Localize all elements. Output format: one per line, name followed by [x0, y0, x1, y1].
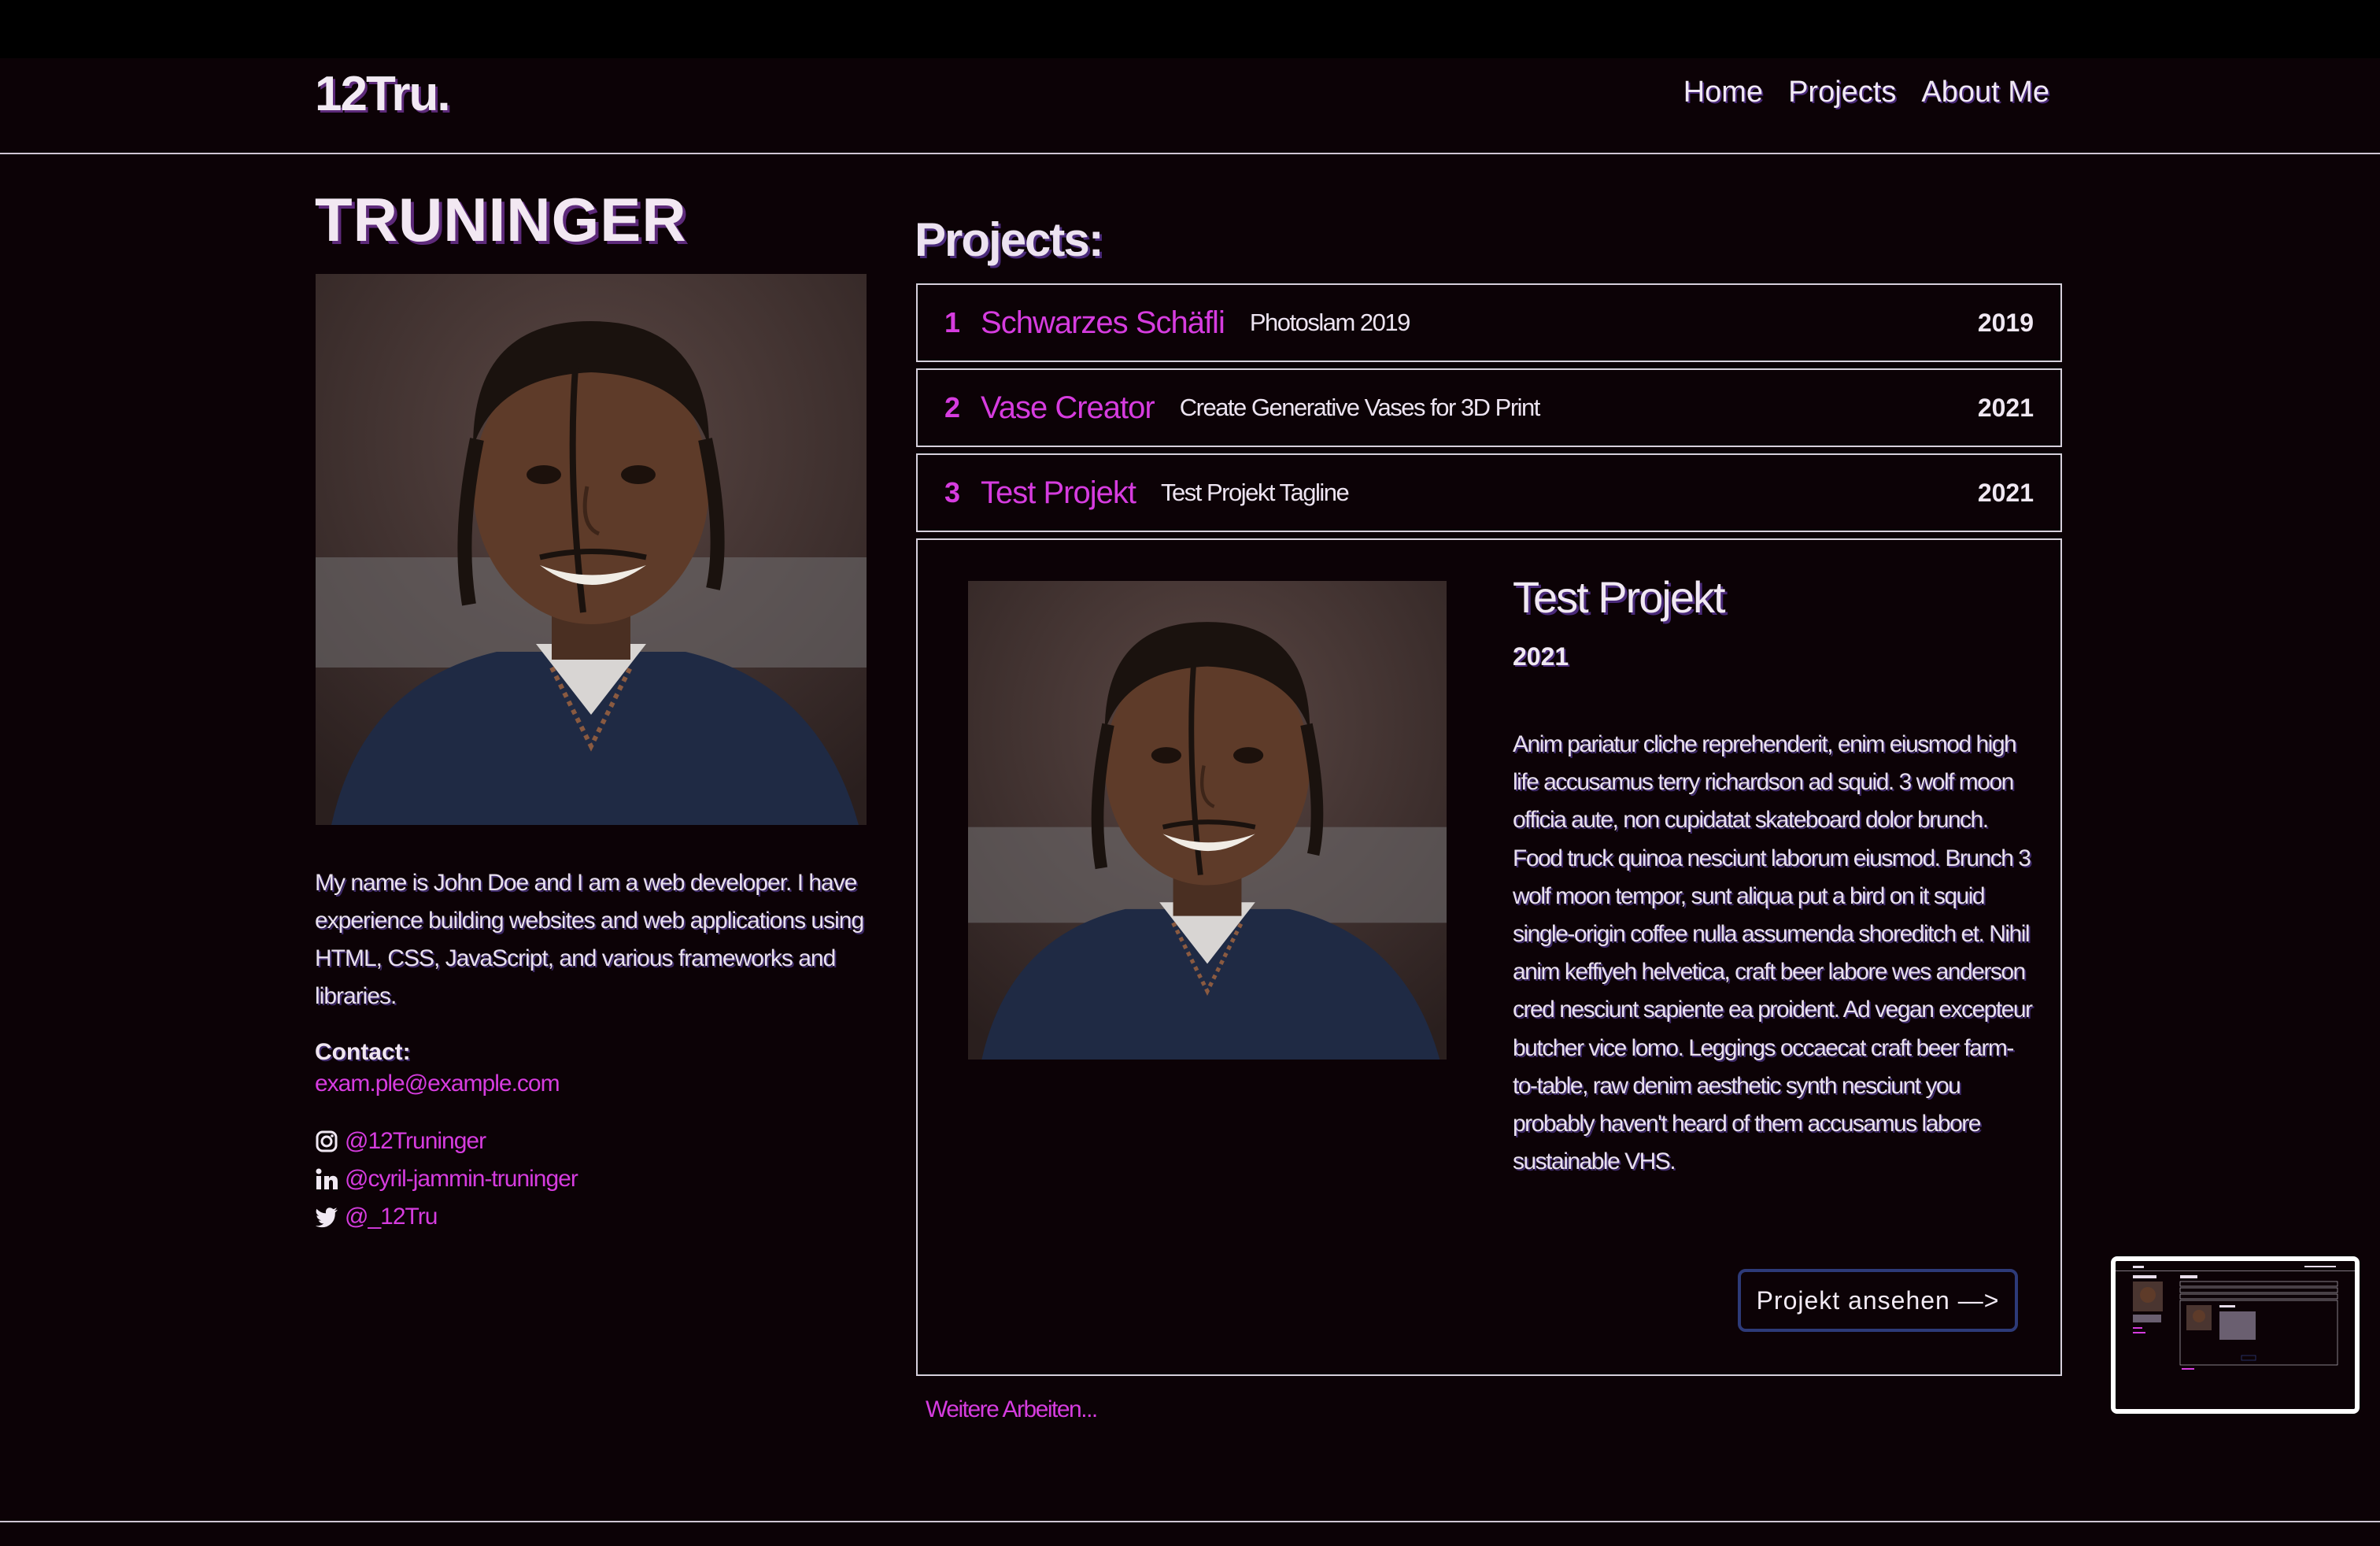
project-title: Vase Creator — [981, 390, 1155, 425]
project-tagline: Create Generative Vases for 3D Print — [1179, 394, 1541, 421]
browser-top-bar — [0, 0, 2380, 58]
project-title: Test Projekt — [981, 475, 1136, 510]
nav-projects[interactable]: Projects — [1788, 76, 1896, 109]
linkedin-link[interactable]: @cyril-jammin-truninger — [345, 1166, 578, 1193]
social-linkedin: @cyril-jammin-truninger — [315, 1160, 867, 1198]
linkedin-icon — [315, 1167, 338, 1191]
project-detail-panel: Test Projekt 2021 Anim pariatur cliche r… — [916, 538, 2062, 1376]
nav-about-me[interactable]: About Me — [1921, 76, 2049, 109]
project-year: 2021 — [1977, 393, 2034, 422]
nav-home[interactable]: Home — [1683, 76, 1763, 109]
project-detail-image — [968, 581, 1447, 1060]
project-title: Schwarzes Schäfli — [981, 305, 1225, 340]
contact-label: Contact: — [315, 1039, 411, 1065]
footer-divider — [0, 1521, 2380, 1522]
project-number: 3 — [944, 476, 961, 509]
page-minimap-thumbnail[interactable] — [2111, 1256, 2360, 1414]
twitter-icon — [315, 1205, 338, 1229]
main-nav: Home Projects About Me — [1683, 76, 2049, 109]
project-detail-description: Anim pariatur cliche reprehenderit, enim… — [1513, 731, 2033, 1175]
project-tagline: Photoslam 2019 — [1249, 309, 1411, 336]
contact-email-link[interactable]: exam.ple@example.com — [315, 1071, 867, 1097]
profile-portrait — [315, 274, 867, 825]
project-detail-year: 2021 — [1513, 642, 1569, 671]
project-number: 1 — [944, 306, 961, 338]
project-row[interactable]: 1 Schwarzes Schäfli Photoslam 2019 2019 — [916, 283, 2062, 362]
project-tagline: Test Projekt Tagline — [1161, 479, 1350, 506]
projects-column: Projects: 1 Schwarzes Schäfli Photoslam … — [915, 205, 2064, 1422]
project-row[interactable]: 3 Test Projekt Test Projekt Tagline 2021 — [916, 453, 2062, 532]
profile-name: TRUNINGER — [315, 185, 687, 254]
site-header: 12Tru. Home Projects About Me — [0, 58, 2380, 154]
social-instagram: @12Truninger — [315, 1123, 867, 1160]
project-year: 2021 — [1977, 478, 2034, 507]
instagram-icon — [315, 1130, 338, 1153]
project-detail-title: Test Projekt — [1513, 572, 1726, 622]
instagram-link[interactable]: @12Truninger — [345, 1128, 486, 1155]
project-number: 2 — [944, 391, 961, 423]
projects-heading: Projects: — [915, 213, 1104, 266]
site-logo[interactable]: 12Tru. — [315, 66, 451, 122]
project-row[interactable]: 2 Vase Creator Create Generative Vases f… — [916, 368, 2062, 447]
twitter-link[interactable]: @_12Tru — [345, 1204, 438, 1230]
social-links: @12Truninger @cyril-jammin-truninger @_1… — [315, 1123, 867, 1236]
social-twitter: @_12Tru — [315, 1198, 867, 1236]
profile-column: TRUNINGER My name is John Doe and I am a… — [315, 189, 867, 1236]
project-year: 2019 — [1977, 308, 2034, 337]
view-project-button[interactable]: Projekt ansehen —> — [1738, 1269, 2018, 1332]
profile-bio: My name is John Doe and I am a web devel… — [315, 870, 864, 1009]
more-works-link[interactable]: Weitere Arbeiten... — [926, 1396, 1098, 1423]
